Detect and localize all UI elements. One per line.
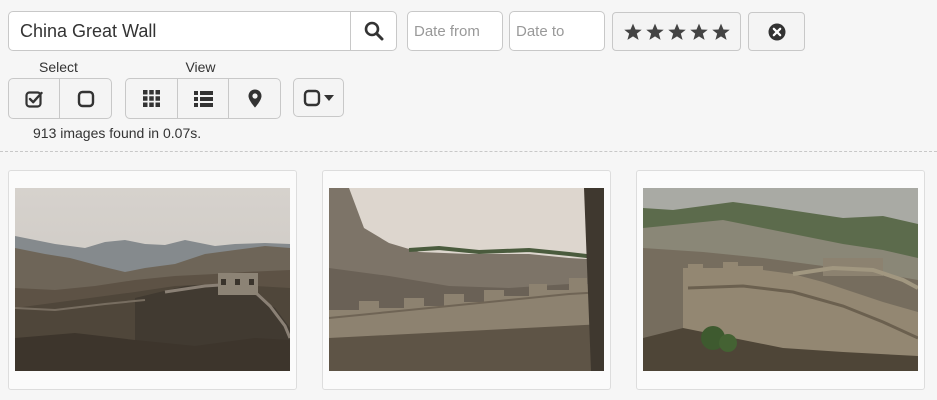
select-all-button[interactable] [8, 78, 60, 119]
search-bar [8, 11, 397, 51]
view-label: View [185, 59, 216, 75]
search-button[interactable] [350, 12, 396, 50]
map-marker-icon [248, 89, 261, 108]
list-icon [193, 90, 213, 107]
star-icon [645, 23, 664, 40]
results-summary: 913 images found in 0.07s. [33, 125, 202, 141]
grid-view-button[interactable] [125, 78, 178, 119]
image-card[interactable] [636, 170, 925, 390]
reset-filters-button[interactable] [748, 12, 805, 51]
check-square-icon [25, 90, 43, 108]
great-wall-battlements-image[interactable] [329, 188, 604, 371]
date-from-input[interactable] [407, 11, 503, 51]
select-none-button[interactable] [60, 78, 112, 119]
search-icon [364, 21, 383, 41]
date-to-input[interactable] [509, 11, 605, 51]
square-icon [77, 90, 94, 107]
search-input[interactable] [9, 12, 350, 50]
view-button-group [125, 78, 281, 119]
star-icon [623, 23, 642, 40]
image-card[interactable] [8, 170, 297, 390]
divider [0, 151, 937, 152]
selection-dropdown-button[interactable] [293, 78, 344, 117]
great-wall-winding-image[interactable] [643, 188, 918, 371]
star-icon [667, 23, 686, 40]
rating-filter-button[interactable] [612, 12, 741, 51]
great-wall-valley-image[interactable] [15, 188, 290, 371]
map-view-button[interactable] [229, 78, 281, 119]
image-card[interactable] [322, 170, 611, 390]
list-view-button[interactable] [178, 78, 229, 119]
grid-icon [143, 90, 160, 107]
star-icon [689, 23, 708, 40]
caret-down-icon [324, 94, 334, 101]
square-icon [303, 89, 321, 106]
circle-x-icon [768, 23, 785, 40]
star-icon [711, 23, 730, 40]
select-button-group [8, 78, 112, 119]
select-label: Select [39, 59, 78, 75]
